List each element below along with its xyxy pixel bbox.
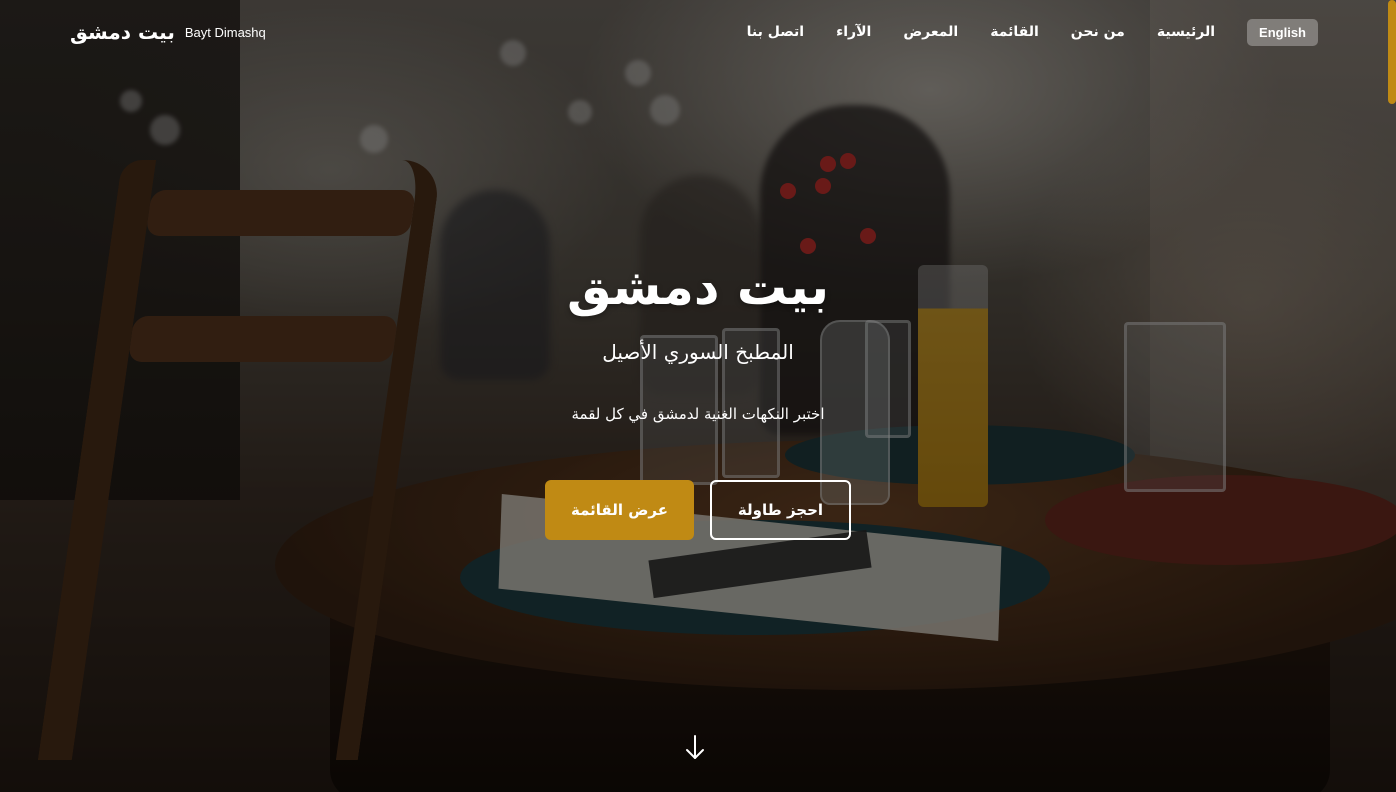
brand-name-arabic: بيت دمشق [70, 20, 175, 44]
page: بيت دمشق Bayt Dimashq الرئيسية من نحن ال… [0, 0, 1396, 792]
arrow-down-icon[interactable] [683, 733, 707, 763]
nav-link-menu[interactable]: القائمة [990, 24, 1039, 40]
nav-right-group: الرئيسية من نحن القائمة المعرض الآراء ات… [747, 18, 1318, 46]
brand-logo[interactable]: بيت دمشق Bayt Dimashq [70, 20, 266, 44]
language-toggle-button[interactable]: English [1247, 18, 1318, 46]
hero-subtitle: المطبخ السوري الأصيل [602, 340, 794, 364]
brand-name-english: Bayt Dimashq [184, 24, 266, 40]
reserve-table-button[interactable]: احجز طاولة [710, 480, 851, 540]
nav-link-home[interactable]: الرئيسية [1157, 24, 1215, 40]
hero-buttons: احجز طاولة عرض القائمة [0, 480, 1396, 540]
nav-link-contact[interactable]: اتصل بنا [747, 24, 804, 40]
view-menu-button[interactable]: عرض القائمة [545, 480, 694, 540]
hero-dark-overlay [0, 0, 1396, 792]
nav-link-reviews[interactable]: الآراء [836, 24, 871, 40]
scrollbar-thumb[interactable] [1388, 0, 1396, 104]
nav-link-gallery[interactable]: المعرض [903, 24, 958, 40]
nav-link-about[interactable]: من نحن [1071, 24, 1125, 40]
nav-links: الرئيسية من نحن القائمة المعرض الآراء ات… [747, 24, 1215, 40]
hero-title: بيت دمشق [566, 258, 830, 316]
top-navbar: بيت دمشق Bayt Dimashq الرئيسية من نحن ال… [0, 0, 1396, 64]
hero-tagline: اختبر النكهات الغنية لدمشق في كل لقمة [571, 405, 825, 423]
